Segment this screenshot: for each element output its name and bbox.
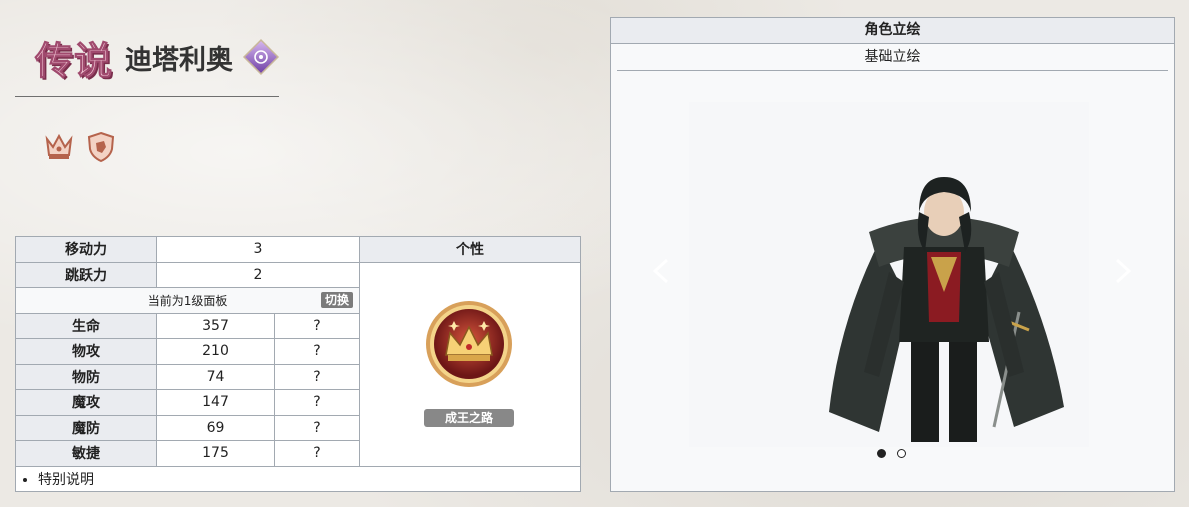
- stat-label: 魔防: [15, 414, 157, 441]
- stat-label: 生命: [15, 312, 157, 339]
- notes-cell: 特别说明: [14, 465, 582, 492]
- notes-list: 特别说明: [38, 469, 576, 489]
- stat-value: 147: [156, 389, 275, 416]
- header-divider: [15, 96, 279, 97]
- move-label: 移动力: [15, 236, 157, 263]
- trait-header: 个性: [359, 236, 582, 263]
- character-name: 迪塔利奥: [125, 44, 234, 76]
- character-figure: [829, 177, 1064, 442]
- note-item: 特别说明: [38, 469, 576, 489]
- stat-value: 69: [156, 414, 275, 441]
- stat-extra: ?: [273, 338, 361, 365]
- table-row: 跳跃力 2 成王之路: [15, 261, 582, 467]
- stat-label: 魔攻: [15, 389, 157, 416]
- tab-base-portrait[interactable]: 基础立绘: [865, 49, 921, 65]
- table-row: 特别说明: [14, 465, 582, 492]
- stat-value: 175: [156, 440, 275, 467]
- switch-button[interactable]: 切换: [321, 292, 354, 308]
- class-diamond-icon: [242, 38, 280, 76]
- portrait-tab-bar: 基础立绘: [617, 44, 1168, 71]
- move-value: 3: [155, 236, 361, 263]
- stat-label: 物防: [15, 363, 157, 390]
- stat-extra: ?: [273, 414, 361, 441]
- portrait-image: [689, 102, 1089, 447]
- stat-value: 357: [156, 312, 275, 339]
- stat-value: 210: [156, 338, 275, 365]
- carousel-dot[interactable]: [877, 449, 886, 458]
- chevron-right-icon[interactable]: [1111, 256, 1135, 286]
- stat-extra: ?: [273, 363, 361, 390]
- panel-note-cell: 当前为1级面板 切换: [14, 287, 361, 314]
- crown-emblem-icon: [426, 300, 513, 387]
- character-header: 传说 迪塔利奥: [34, 30, 281, 84]
- chevron-left-icon[interactable]: [649, 256, 673, 286]
- trait-name[interactable]: 成王之路: [424, 408, 515, 427]
- panel-note: 当前为1级面板: [147, 293, 228, 308]
- badge-row: [44, 131, 116, 163]
- stat-extra: ?: [273, 312, 361, 339]
- portrait-panel: 角色立绘 基础立绘: [610, 17, 1175, 492]
- table-row: 移动力 3 个性: [15, 236, 582, 263]
- jump-label: 跳跃力: [15, 261, 157, 288]
- shield-fist-badge-icon: [87, 131, 115, 163]
- stat-extra: ?: [273, 389, 361, 416]
- stat-label: 物攻: [15, 338, 157, 365]
- portrait-title: 角色立绘: [611, 18, 1174, 44]
- jump-value: 2: [155, 261, 361, 288]
- stat-value: 74: [156, 363, 275, 390]
- crown-badge-icon: [45, 133, 73, 159]
- rarity-label: 传说: [34, 37, 114, 83]
- carousel-dots: [877, 449, 906, 458]
- carousel-dot[interactable]: [897, 449, 906, 458]
- stats-table: 移动力 3 个性 跳跃力 2 成王之路 当前为1级面板 切换 生命 357 ? …: [14, 236, 582, 492]
- trait-cell: 成王之路: [359, 261, 582, 467]
- stat-extra: ?: [273, 440, 361, 467]
- stat-label: 敏捷: [15, 440, 157, 467]
